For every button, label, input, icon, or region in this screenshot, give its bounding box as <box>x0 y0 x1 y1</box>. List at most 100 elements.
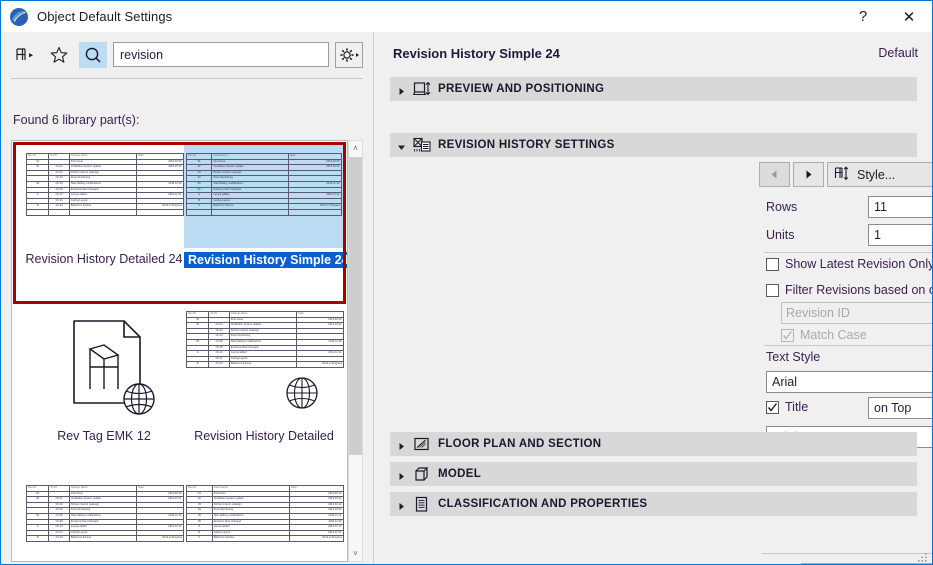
checkbox-box <box>766 401 779 414</box>
table-cell: Bathroom fixtures <box>69 536 136 542</box>
window-title: Object Default Settings <box>37 9 172 24</box>
scroll-down-button[interactable]: ˅ <box>349 546 362 561</box>
scroll-up-button[interactable]: ˄ <box>349 141 362 156</box>
table-row <box>27 209 184 215</box>
table-cell <box>212 209 289 215</box>
thumbnail-preview: Rev IDCh IDChange NameDate01 First Issue… <box>24 473 184 553</box>
checkbox-label: Title <box>785 400 808 414</box>
table-cell <box>288 209 341 215</box>
chair-height-icon <box>834 166 851 184</box>
filter-field-value: Revision ID <box>786 306 850 320</box>
filter-field-select[interactable]: Revision ID ⌄ <box>781 302 933 324</box>
table-cell <box>27 209 49 215</box>
thumbnail-preview <box>24 309 184 425</box>
footer-divider <box>762 553 933 554</box>
settings-divider-1 <box>764 252 933 253</box>
library-part-grid[interactable]: Rev IDCh IDChange NameDate01 First Issue… <box>11 140 348 562</box>
section-model[interactable]: MODEL <box>390 462 917 486</box>
star-icon[interactable] <box>45 42 73 68</box>
table-row: BCh-34Bathroom fixturesWork in Progress <box>187 362 344 368</box>
section-floor-plan-and-section[interactable]: FLOOR PLAN AND SECTION <box>390 432 917 456</box>
cube-icon <box>413 466 431 483</box>
chevron-right-icon <box>397 85 406 94</box>
section-revision-history-settings[interactable]: REVISION HISTORY SETTINGS <box>390 133 917 157</box>
globe-icon <box>280 371 324 415</box>
list-item[interactable]: Rev Tag EMK 12 <box>24 309 184 443</box>
list-item[interactable]: Rev IDIssue NameDate01First Issue2013.09… <box>184 473 344 553</box>
section-label: REVISION HISTORY SETTINGS <box>438 139 615 151</box>
library-search-toolbar <box>11 39 363 70</box>
list-item[interactable]: Rev IDCh IDChange NameDate01 First Issue… <box>24 145 184 266</box>
style-next-button[interactable] <box>793 162 824 187</box>
section-classification-and-properties[interactable]: CLASSIFICATION AND PROPERTIES <box>390 492 917 516</box>
list-item[interactable]: Rev IDCh IDChange NameDate01 First Issue… <box>184 309 344 443</box>
page-title: Revision History Simple 24 <box>393 46 560 61</box>
table-cell: Work in Progress <box>297 362 344 368</box>
chevron-right-icon <box>397 500 406 509</box>
list-item-label: Revision History Detailed <box>184 429 344 443</box>
title-position-select[interactable]: on Top <box>868 397 933 419</box>
resize-grip[interactable] <box>917 551 929 563</box>
table-cell: Ch-34 <box>209 362 230 368</box>
archicad-logo-icon <box>9 7 29 27</box>
table-cell <box>49 209 70 215</box>
section-label: CLASSIFICATION AND PROPERTIES <box>438 498 647 510</box>
checkbox-label: Match Case <box>800 328 867 342</box>
table-cell: B <box>27 536 49 542</box>
search-input[interactable] <box>113 42 329 67</box>
table-cell: Work in Progress <box>137 536 184 542</box>
table-row: BCh-34Bathroom fixturesWork in Progress <box>27 536 184 542</box>
checkbox-title[interactable]: Title <box>766 400 808 414</box>
close-button[interactable]: ✕ <box>886 1 932 32</box>
scrollbar-thumb[interactable] <box>349 157 362 455</box>
chevron-right-icon <box>397 440 406 449</box>
section-label: FLOOR PLAN AND SECTION <box>438 438 601 450</box>
rows-input[interactable] <box>868 196 933 218</box>
title-position-value: on Top <box>874 401 911 415</box>
list-item[interactable]: Rev IDCh IDChange NameDate01 First Issue… <box>24 473 184 553</box>
table-row: CBathroom fixturesWork in Progress <box>187 536 344 542</box>
table-cell: Ch-34 <box>49 536 70 542</box>
properties-list-icon <box>413 496 431 513</box>
help-button[interactable]: ? <box>840 1 886 32</box>
list-item-label: Revision History Simple 24 <box>184 252 348 268</box>
gear-icon[interactable] <box>335 42 363 68</box>
rows-label: Rows <box>766 200 797 214</box>
table-cell <box>137 209 184 215</box>
table-cell: B <box>187 362 209 368</box>
chevron-down-icon <box>397 141 406 150</box>
chair-tool-icon[interactable] <box>11 42 39 68</box>
search-icon[interactable] <box>79 42 107 68</box>
checkbox-label: Filter Revisions based on criteria <box>785 283 933 297</box>
found-count-label: Found 6 library part(s): <box>13 113 139 127</box>
floor-plan-icon <box>413 436 431 453</box>
body-font-input[interactable] <box>766 371 933 393</box>
checkbox-match-case[interactable]: Match Case <box>781 328 867 342</box>
table-cell: Bathroom fixtures <box>212 536 290 542</box>
preview-positioning-icon <box>413 81 431 98</box>
toolbar-divider <box>11 78 363 79</box>
list-item-label: Revision History Detailed 24 <box>24 252 184 266</box>
style-prev-button[interactable] <box>759 162 790 187</box>
panel-divider <box>373 32 374 565</box>
settings-panel: Revision History Simple 24 Default PREVI… <box>373 32 932 565</box>
list-item-selected[interactable]: Rev IDIssue NameDate01First Issue2016.09… <box>184 145 344 268</box>
checkbox-filter-revisions[interactable]: Filter Revisions based on criteria <box>766 283 933 297</box>
units-input[interactable] <box>868 224 933 246</box>
checkbox-show-latest-revision-only[interactable]: Show Latest Revision Only <box>766 257 933 271</box>
section-preview-and-positioning[interactable]: PREVIEW AND POSITIONING <box>390 77 917 101</box>
list-item-label: Rev Tag EMK 12 <box>24 429 184 443</box>
style-field[interactable]: Style... ▶ <box>827 162 933 187</box>
checkbox-box <box>781 329 794 342</box>
table-cell: Bathroom fixtures <box>229 362 296 368</box>
revision-history-icon <box>413 137 431 154</box>
units-label: Units <box>766 228 794 242</box>
table-cell <box>69 209 136 215</box>
section-label: PREVIEW AND POSITIONING <box>438 83 604 95</box>
section-label: MODEL <box>438 468 481 480</box>
checkbox-box <box>766 258 779 271</box>
table-cell <box>187 209 212 215</box>
style-navigator: Style... ▶ <box>759 162 933 187</box>
library-scrollbar[interactable]: ˄ ˅ <box>348 140 363 562</box>
checkbox-box <box>766 284 779 297</box>
